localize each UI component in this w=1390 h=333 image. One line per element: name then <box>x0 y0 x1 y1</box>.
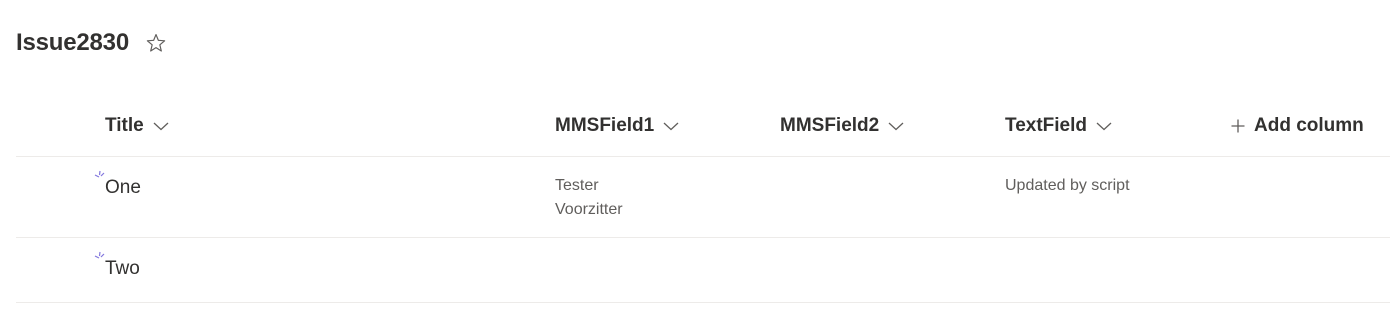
row-title-link[interactable]: Two <box>105 258 140 280</box>
chevron-down-icon <box>887 120 905 132</box>
table-row[interactable]: Two <box>16 238 1390 303</box>
column-header-label: Title <box>105 115 144 136</box>
column-header-title[interactable]: Title <box>105 112 170 140</box>
column-header-label: MMSField1 <box>555 115 655 136</box>
add-column-label: Add column <box>1254 115 1364 136</box>
chevron-down-icon <box>152 120 170 132</box>
column-header-label: MMSField2 <box>780 115 880 136</box>
plus-icon <box>1230 118 1246 134</box>
chevron-down-icon <box>1095 120 1113 132</box>
mmsfield1-cell: Tester Voorzitter <box>555 174 623 222</box>
row-title-link[interactable]: One <box>105 177 141 199</box>
star-icon[interactable] <box>145 32 167 54</box>
chevron-down-icon <box>662 120 680 132</box>
column-header-row: Title MMSField1 MMSField2 TextField Add … <box>16 96 1390 157</box>
column-header-label: TextField <box>1005 115 1087 136</box>
mmsfield1-term: Voorzitter <box>555 201 623 218</box>
mmsfield1-term: Tester <box>555 177 599 194</box>
list-title: Issue2830 <box>16 29 129 56</box>
column-header-mmsfield2[interactable]: MMSField2 <box>780 112 905 140</box>
table-row[interactable]: One Tester Voorzitter Updated by script <box>16 157 1390 238</box>
list-header: Issue2830 <box>16 27 167 59</box>
add-column-button[interactable]: Add column <box>1230 112 1364 140</box>
column-header-mmsfield1[interactable]: MMSField1 <box>555 112 680 140</box>
list-view: Issue2830 Title MMSField1 MMSField2 Text… <box>0 0 1390 333</box>
textfield-cell: Updated by script <box>1005 177 1130 194</box>
column-header-textfield[interactable]: TextField <box>1005 112 1113 140</box>
